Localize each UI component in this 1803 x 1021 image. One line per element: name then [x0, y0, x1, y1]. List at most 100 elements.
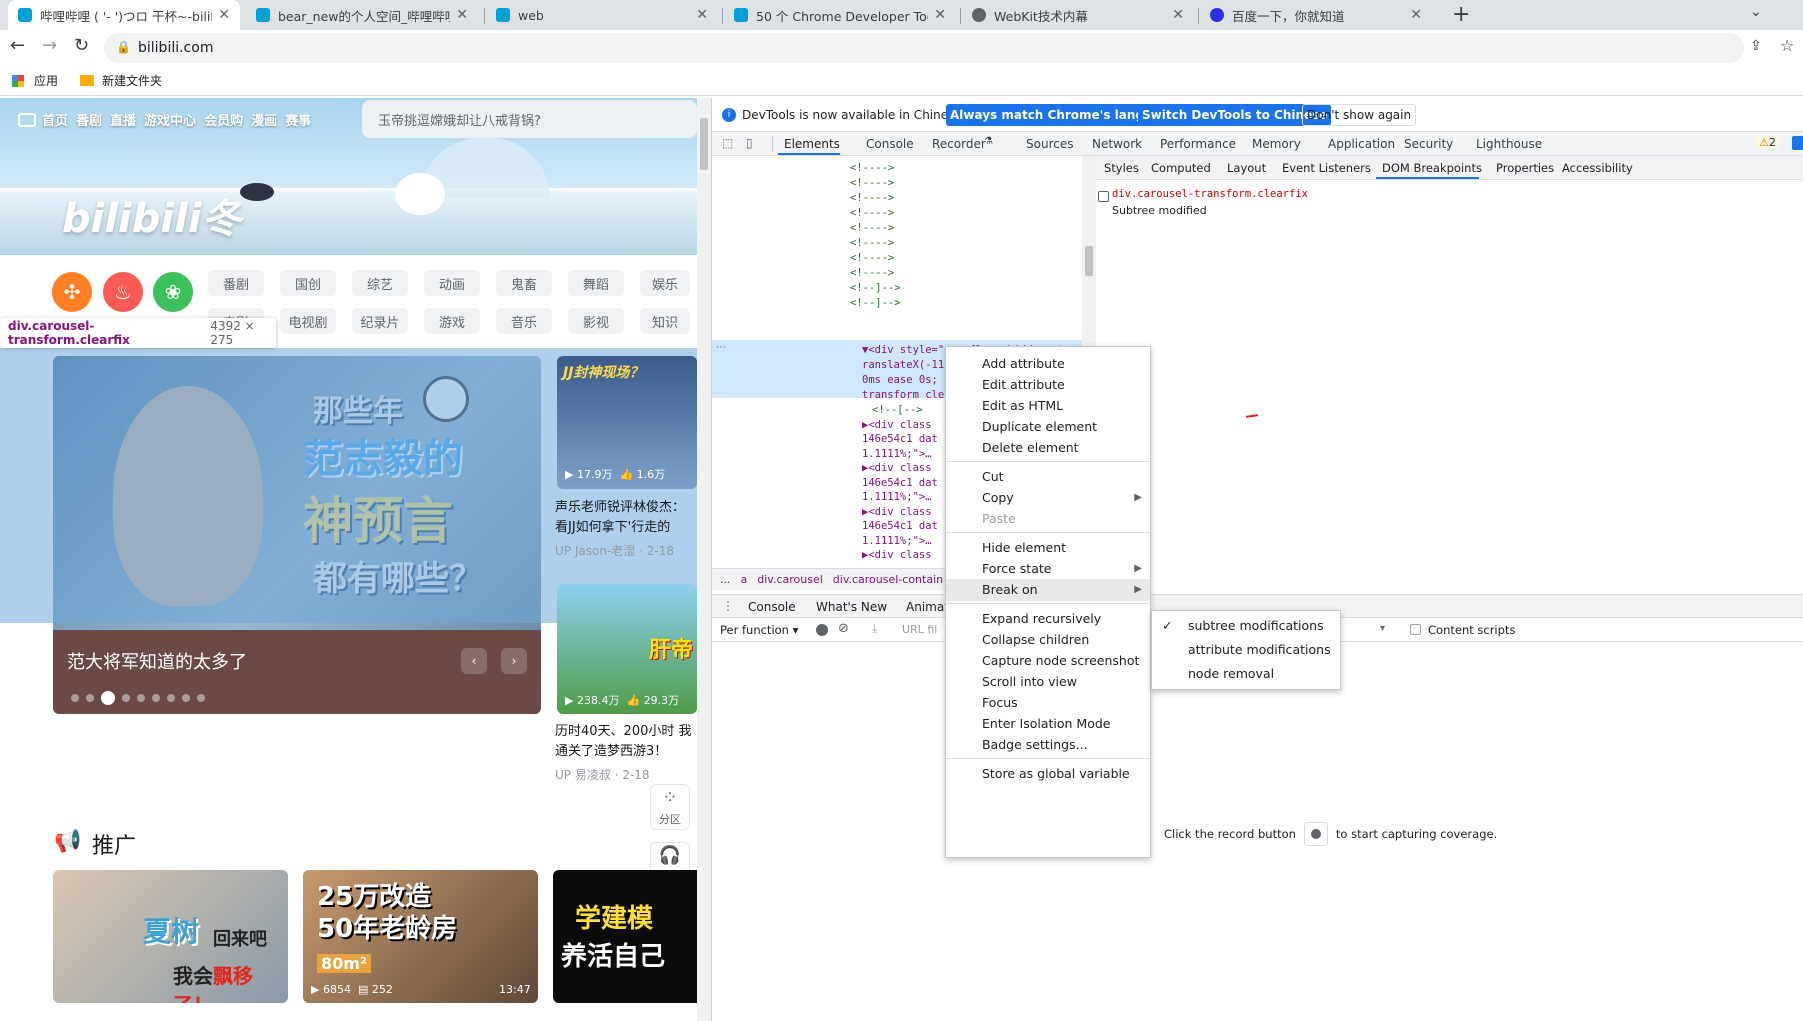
close-icon[interactable]: ✕ — [1172, 7, 1184, 23]
promo-card[interactable]: 夏树 回来吧 我会飘移了！ — [53, 870, 288, 1003]
dom-line[interactable]: 146e54c1 dat — [862, 520, 938, 532]
share-icon[interactable]: ⇪ — [1750, 38, 1762, 54]
nav-home[interactable]: 首页 — [42, 110, 68, 129]
breakpoint-checkbox[interactable] — [1098, 191, 1109, 202]
menu-item-hide-element[interactable]: Hide element — [946, 537, 1150, 559]
tab-lighthouse[interactable]: Lighthouse — [1476, 137, 1542, 151]
ellipsis-icon[interactable]: ⋯ — [716, 342, 726, 353]
tab-dom-breakpoints[interactable]: DOM Breakpoints — [1382, 161, 1482, 175]
clear-icon[interactable]: ⊘ — [838, 621, 849, 636]
drawer-tab-whats-new[interactable]: What's New — [816, 600, 887, 614]
nav-anime[interactable]: 番剧 — [76, 110, 102, 129]
tab-sources[interactable]: Sources — [1026, 137, 1073, 151]
dom-line[interactable]: 1.1111%;">… — [862, 535, 932, 547]
dom-line[interactable]: 1.1111%;">… — [862, 491, 932, 503]
tab-baidu[interactable]: 百度一下，你就知道 ✕ — [1200, 0, 1432, 30]
coverage-mode-select[interactable]: Per function ▾ — [720, 623, 798, 637]
carousel-dot[interactable] — [71, 694, 79, 702]
breakpoint-selector[interactable]: div.carousel-transform.clearfix — [1112, 188, 1308, 200]
submenu-item-node-removal[interactable]: node removal — [1152, 663, 1340, 685]
tab-bear-space[interactable]: bear_new的个人空间_哔哩哔哩_bilibili ✕ — [246, 0, 478, 30]
carousel-dot[interactable] — [122, 694, 130, 702]
video-title[interactable]: 历时40天、200小时 我通关了造梦西游3！ — [555, 722, 697, 762]
carousel[interactable]: 那些年 范志毅的 神预言 都有哪些？ 范大将军知道的太多了 ‹ › — [53, 356, 541, 714]
carousel-prev-button[interactable]: ‹ — [461, 648, 487, 674]
carousel-dot[interactable] — [86, 694, 94, 702]
bookmark-folder[interactable]: 新建文件夹 — [102, 72, 162, 89]
breadcrumb-item[interactable]: div.carousel — [757, 573, 823, 586]
dom-comment-line[interactable]: <!--]--> — [850, 297, 901, 309]
dom-line[interactable]: ranslateX(-11 — [862, 359, 944, 371]
menu-item-force-state[interactable]: Force state ▶ — [946, 558, 1150, 580]
video-card-thumbnail[interactable]: 肝帝 ▶ 238.4万 👍 29.3万 — [557, 584, 697, 714]
tab-performance[interactable]: Performance — [1160, 137, 1236, 151]
tab-event-listeners[interactable]: Event Listeners — [1282, 161, 1371, 175]
category-chip[interactable]: 影视 — [568, 308, 624, 334]
dom-comment-line[interactable]: <!----> — [850, 237, 894, 249]
submenu-item-attribute[interactable]: attribute modifications — [1152, 639, 1340, 661]
tab-properties[interactable]: Properties — [1496, 161, 1554, 175]
menu-item-capture-node-screenshot[interactable]: Capture node screenshot — [946, 650, 1150, 672]
tab-elements[interactable]: Elements — [784, 137, 840, 151]
category-chip[interactable]: 音乐 — [496, 308, 552, 334]
hot-icon[interactable]: ♨ — [103, 272, 143, 312]
tab-application[interactable]: Application — [1328, 137, 1395, 151]
dynamic-icon[interactable]: ✣ — [52, 272, 92, 312]
menu-item-focus[interactable]: Focus — [946, 692, 1150, 714]
carousel-caption[interactable]: 范大将军知道的太多了 — [67, 648, 247, 674]
category-chip[interactable]: 番剧 — [208, 270, 264, 296]
dom-comment-line[interactable]: <!--]--> — [850, 282, 901, 294]
nav-comics[interactable]: 漫画 — [251, 110, 277, 129]
menu-item-edit-as-html[interactable]: Edit as HTML — [946, 395, 1150, 417]
author-name[interactable]: 易凌叔 — [575, 768, 611, 782]
category-chip[interactable]: 电视剧 — [280, 308, 336, 334]
carousel-dot[interactable] — [137, 694, 145, 702]
url-text[interactable]: bilibili.com — [138, 40, 213, 56]
tab-layout[interactable]: Layout — [1227, 161, 1266, 175]
menu-item-badge-settings[interactable]: Badge settings... — [946, 734, 1150, 756]
menu-item-collapse-children[interactable]: Collapse children — [946, 629, 1150, 651]
category-chip[interactable]: 纪录片 — [352, 308, 408, 334]
category-chip[interactable]: 动画 — [424, 270, 480, 296]
dom-line[interactable]: ▶<div class — [862, 506, 932, 518]
more-menu-icon[interactable]: ⋮ — [722, 599, 734, 613]
record-button[interactable] — [1303, 822, 1328, 846]
apps-grid-icon[interactable] — [12, 74, 24, 87]
menu-item-add-attribute[interactable]: Add attribute — [946, 353, 1150, 375]
dom-line[interactable]: <!--[--> — [872, 404, 923, 416]
carousel-next-button[interactable]: › — [501, 648, 527, 674]
dom-comment-line[interactable]: <!----> — [850, 267, 894, 279]
page-scrollbar[interactable] — [697, 98, 711, 1021]
carousel-dot-active[interactable] — [101, 691, 115, 705]
back-icon[interactable]: ← — [10, 35, 25, 56]
tab-styles[interactable]: Styles — [1104, 161, 1139, 175]
menu-item-break-on[interactable]: Break on ▶ — [946, 579, 1150, 601]
bookmark-apps[interactable]: 应用 — [34, 72, 58, 89]
reload-icon[interactable]: ↻ — [74, 35, 89, 56]
breadcrumb-item[interactable]: a — [741, 573, 748, 586]
tab-memory[interactable]: Memory — [1252, 137, 1301, 151]
device-toolbar-icon[interactable]: ▯ — [746, 136, 753, 150]
scrollbar-thumb[interactable] — [1085, 246, 1093, 276]
promo-card[interactable]: 学建模 养活自己 — [553, 870, 697, 1003]
menu-item-copy[interactable]: Copy ▶ — [946, 487, 1150, 509]
carousel-dot[interactable] — [197, 694, 205, 702]
category-chip[interactable]: 国创 — [280, 270, 336, 296]
tab-bilibili[interactable]: 哔哩哔哩 ( '- ')つロ 干杯~-bilibili ✕ — [8, 0, 240, 30]
url-filter-input[interactable]: URL fil — [902, 623, 937, 636]
close-icon[interactable]: ✕ — [696, 7, 708, 23]
tab-search-icon[interactable]: ⌄ — [1750, 4, 1762, 20]
tab-console[interactable]: Console — [866, 137, 914, 151]
category-chip[interactable]: 娱乐 — [640, 270, 690, 296]
dom-line[interactable]: ▶<div class — [862, 549, 932, 561]
breadcrumb-item[interactable]: div.carousel-contain — [833, 573, 943, 586]
nav-esports[interactable]: 赛事 — [285, 110, 311, 129]
tab-chrome-devtools[interactable]: 50 个 Chrome Developer Tools 必... ✕ — [724, 0, 956, 30]
issues-icon[interactable] — [1792, 136, 1803, 150]
dom-line[interactable]: transform cle — [862, 389, 944, 401]
new-tab-button[interactable]: + — [1452, 2, 1470, 27]
lock-icon[interactable]: 🔒 — [116, 40, 131, 54]
category-chip[interactable]: 综艺 — [352, 270, 408, 296]
scrollbar-thumb[interactable] — [700, 118, 708, 170]
dont-show-again-button[interactable]: Don't show again — [1302, 104, 1417, 126]
